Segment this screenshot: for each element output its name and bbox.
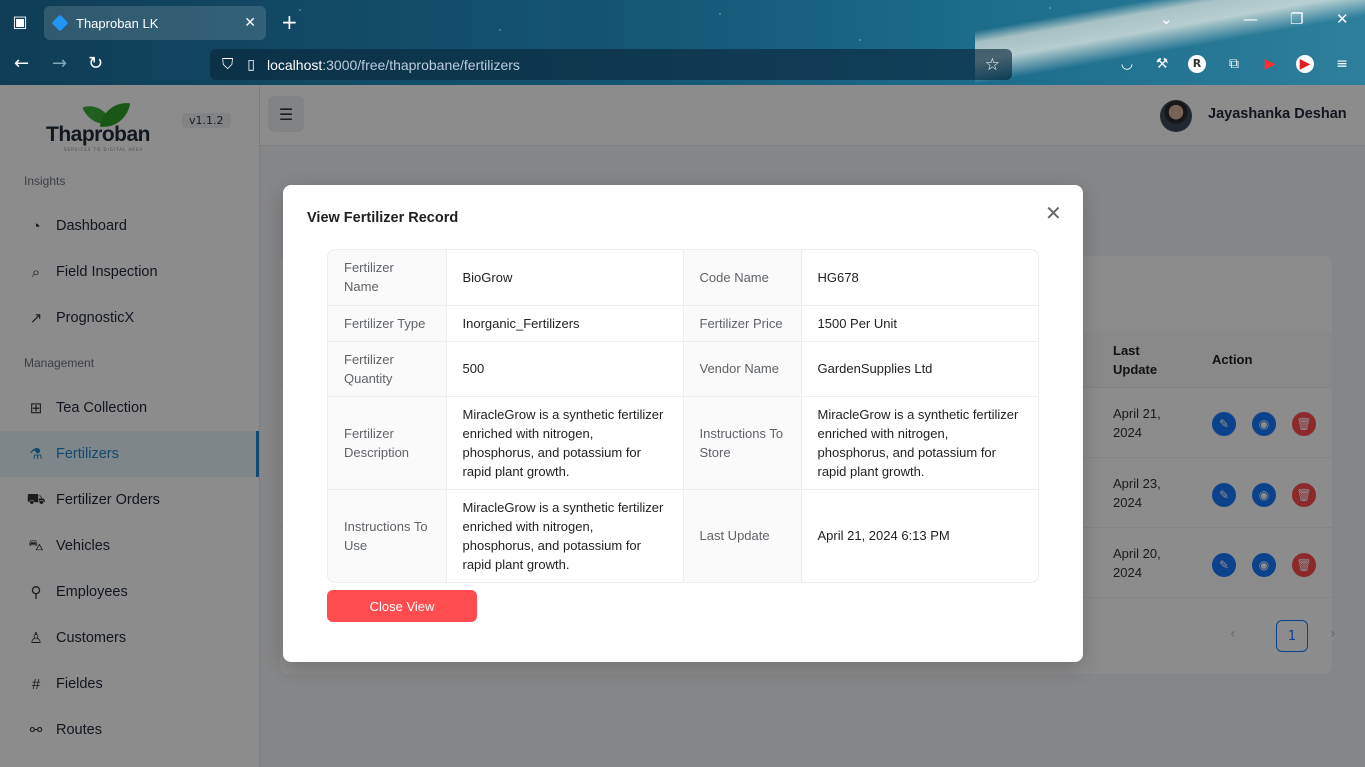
youtube-icon[interactable]: ▶: [1261, 55, 1279, 73]
tab-close-icon[interactable]: ✕: [244, 15, 256, 31]
extensions-icon[interactable]: ⧉: [1225, 55, 1243, 73]
close-window-icon[interactable]: ✕: [1336, 10, 1349, 28]
reload-icon[interactable]: ↻: [88, 54, 103, 74]
view-fertilizer-modal: View Fertilizer Record ✕ Fertilizer Name…: [283, 185, 1083, 662]
label-fertilizer-description: Fertilizer Description: [328, 396, 447, 490]
value-code-name: HG678: [801, 250, 1038, 306]
address-bar[interactable]: ⛉ ▯ localhost:3000/free/thaprobane/ferti…: [210, 49, 1012, 80]
label-fertilizer-type: Fertilizer Type: [328, 305, 447, 342]
page-info-icon[interactable]: ▯: [247, 56, 255, 73]
url-path: :3000/free/thaprobane/fertilizers: [322, 56, 520, 73]
value-vendor-name: GardenSupplies Ltd: [801, 341, 1038, 397]
value-last-update: April 21, 2024 6:13 PM: [817, 528, 950, 543]
close-view-button[interactable]: Close View: [327, 590, 477, 622]
label-instructions-to-use: Instructions To Use: [328, 489, 447, 582]
shield-icon: ⛉: [222, 56, 234, 73]
pocket-icon[interactable]: ◡: [1118, 55, 1136, 73]
youtube-play-icon[interactable]: ▶: [1296, 55, 1314, 73]
label-vendor-name: Vendor Name: [683, 341, 802, 397]
tab-overview-icon[interactable]: ▣: [10, 12, 30, 32]
label-instructions-to-store: Instructions To Store: [683, 396, 802, 490]
label-fertilizer-name: Fertilizer Name: [328, 250, 447, 306]
bookmark-star-icon[interactable]: ☆: [985, 55, 1000, 75]
value-fertilizer-type: Inorganic_Fertilizers: [446, 305, 684, 342]
browser-tab[interactable]: Thaproban LK ✕: [44, 6, 266, 40]
label-fertilizer-price: Fertilizer Price: [683, 305, 802, 342]
forward-icon[interactable]: →: [52, 54, 67, 74]
value-fertilizer-price: 1500 Per Unit: [801, 305, 1038, 342]
minimize-icon[interactable]: —: [1243, 10, 1258, 28]
value-fertilizer-quantity: 500: [446, 341, 684, 397]
modal-title: View Fertilizer Record: [307, 210, 459, 226]
tab-list-icon[interactable]: ⌄: [1160, 10, 1173, 28]
label-fertilizer-quantity: Fertilizer Quantity: [328, 341, 447, 397]
wrench-icon[interactable]: ⚒: [1153, 55, 1171, 73]
restore-icon[interactable]: ❐: [1290, 10, 1303, 28]
value-instructions-to-store: MiracleGrow is a synthetic fertilizer en…: [801, 396, 1038, 490]
favicon-icon: [51, 14, 69, 32]
new-tab-icon[interactable]: +: [281, 10, 298, 34]
tab-title: Thaproban LK: [76, 15, 159, 31]
label-last-update: Last Update: [683, 489, 802, 582]
fertilizer-details: Fertilizer Name BioGrow Code Name HG678 …: [327, 249, 1039, 583]
browser-chrome: ▣ Thaproban LK ✕ + ⌄ — ❐ ✕ ← → ↻ ⛉ ▯ loc…: [0, 0, 1365, 85]
value-fertilizer-name: BioGrow: [446, 250, 684, 306]
url-host: localhost: [266, 56, 323, 73]
menu-icon[interactable]: ≡: [1333, 55, 1351, 73]
extension-r-icon[interactable]: R: [1188, 55, 1206, 73]
close-icon[interactable]: ✕: [1045, 203, 1062, 223]
label-code-name: Code Name: [683, 250, 802, 306]
value-fertilizer-description: MiracleGrow is a synthetic fertilizer en…: [446, 396, 684, 490]
back-icon[interactable]: ←: [14, 54, 29, 74]
value-instructions-to-use: MiracleGrow is a synthetic fertilizer en…: [446, 489, 684, 582]
